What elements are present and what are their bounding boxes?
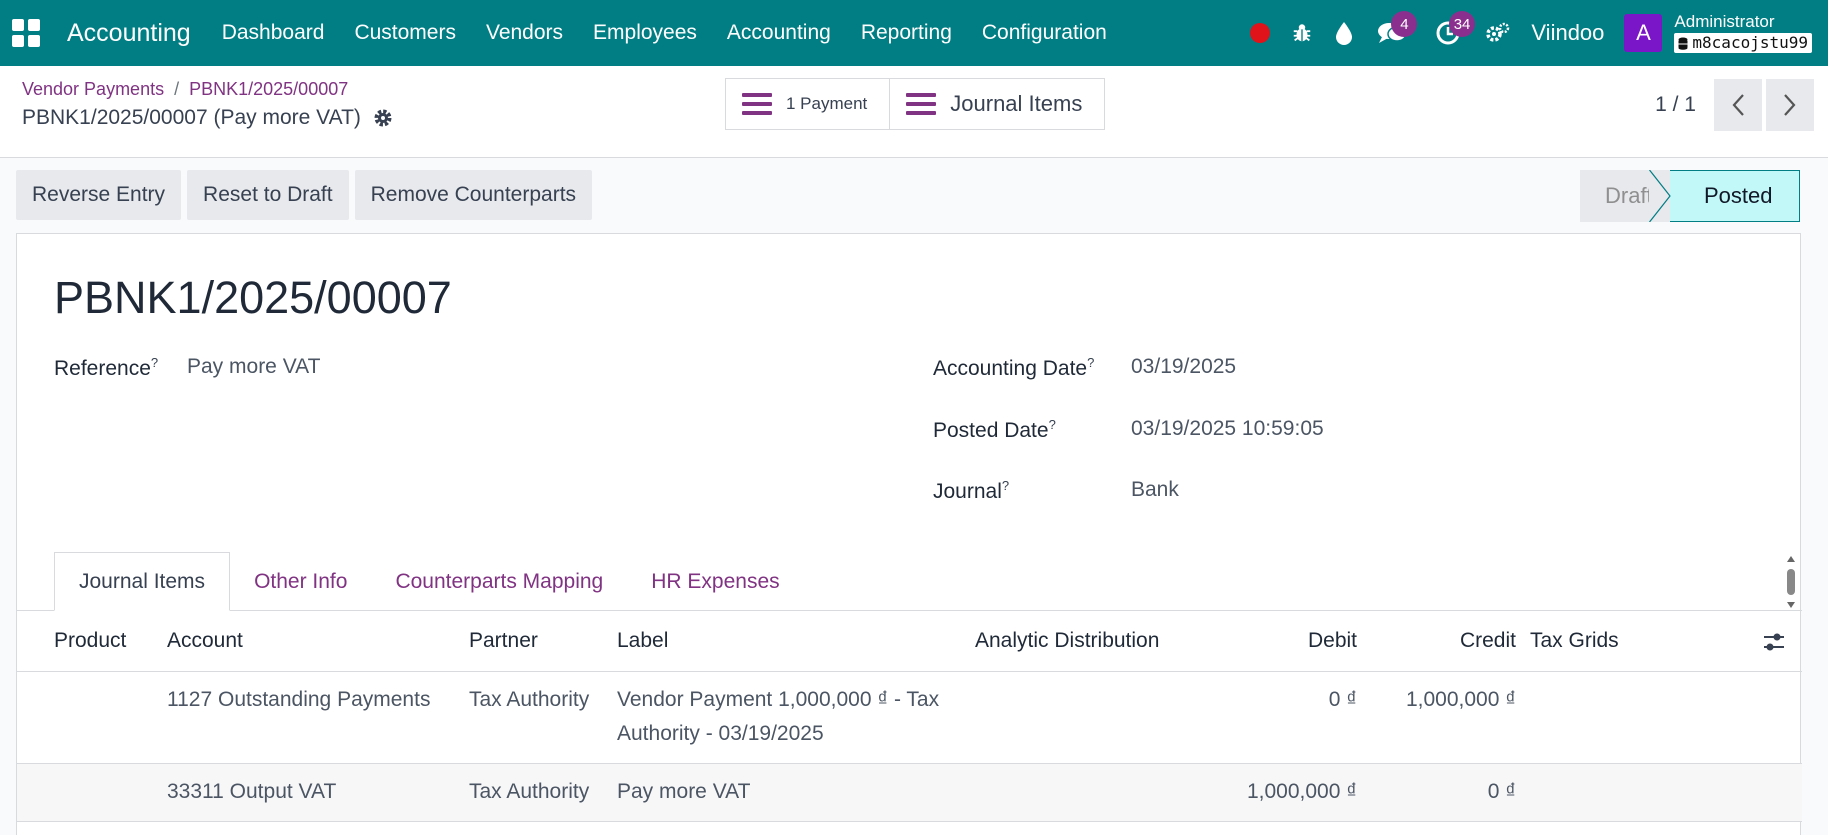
company-switcher[interactable]: Viindoo: [1531, 20, 1604, 46]
column-account[interactable]: Account: [167, 629, 243, 653]
record-title-row: PBNK1/2025/00007 (Pay more VAT): [22, 106, 393, 130]
user-menu[interactable]: Administrator m8cacojstu99: [1674, 13, 1812, 53]
cell-label: Pay more VAT: [617, 780, 751, 803]
payment-smart-button-label: 1 Payment: [786, 94, 868, 113]
menu-vendors[interactable]: Vendors: [471, 21, 578, 45]
journal-items-smart-button[interactable]: Journal Items: [889, 79, 1105, 129]
table-row[interactable]: 1127 Outstanding Payments Tax Authority …: [17, 672, 1802, 764]
messages-icon[interactable]: 4: [1365, 0, 1419, 66]
pager: 1 / 1: [1655, 79, 1814, 131]
help-tooltip-icon[interactable]: ?: [1049, 417, 1056, 432]
column-tax-grids[interactable]: Tax Grids: [1530, 629, 1619, 653]
optional-columns-icon[interactable]: [1763, 631, 1785, 653]
breadcrumb: Vendor Payments / PBNK1/2025/00007: [22, 79, 348, 100]
help-tooltip-icon[interactable]: ?: [1087, 355, 1094, 370]
reverse-entry-button[interactable]: Reverse Entry: [16, 170, 182, 220]
settings-gears-icon[interactable]: [1477, 0, 1519, 66]
cell-partner: Tax Authority: [469, 780, 590, 803]
menu-dashboard[interactable]: Dashboard: [207, 21, 340, 45]
status-posted[interactable]: Posted: [1649, 170, 1800, 222]
water-drop-icon[interactable]: [1323, 0, 1365, 66]
journal-items-table: Product Account Partner Label Analytic D…: [17, 611, 1802, 822]
recording-icon[interactable]: [1239, 0, 1281, 66]
column-analytic-distribution[interactable]: Analytic Distribution: [975, 629, 1159, 653]
cell-debit: 1,000,000 ₫: [1246, 780, 1357, 803]
accounting-date-label: Accounting Date?: [933, 355, 1095, 380]
user-name: Administrator: [1674, 12, 1775, 31]
form-sheet: PBNK1/2025/00007 Reference? Pay more VAT…: [16, 233, 1802, 835]
cell-credit: 0 ₫: [1487, 780, 1516, 803]
cell-debit: 0 ₫: [1328, 688, 1357, 711]
menu-employees[interactable]: Employees: [578, 21, 712, 45]
database-icon: [1678, 37, 1688, 50]
status-bar: Draft Posted: [1580, 170, 1800, 222]
column-product[interactable]: Product: [54, 629, 126, 653]
column-partner[interactable]: Partner: [469, 629, 538, 653]
pager-next-button[interactable]: [1766, 79, 1814, 131]
posted-date-value: 03/19/2025 10:59:05: [1131, 417, 1324, 440]
top-navbar: Accounting Dashboard Customers Vendors E…: [0, 0, 1828, 66]
journal-value[interactable]: Bank: [1131, 478, 1179, 502]
breadcrumb-vendor-payments[interactable]: Vendor Payments: [22, 79, 164, 99]
menu-configuration[interactable]: Configuration: [967, 21, 1122, 45]
control-panel: Vendor Payments / PBNK1/2025/00007 PBNK1/2…: [0, 66, 1828, 158]
app-title[interactable]: Accounting: [67, 19, 191, 48]
column-credit[interactable]: Credit: [1357, 629, 1516, 653]
tab-other-info[interactable]: Other Info: [230, 552, 371, 611]
status-posted-label: Posted: [1704, 183, 1773, 208]
reset-to-draft-button[interactable]: Reset to Draft: [187, 170, 349, 220]
column-debit[interactable]: Debit: [1187, 629, 1357, 653]
posted-date-label: Posted Date?: [933, 417, 1056, 442]
table-header: Product Account Partner Label Analytic D…: [17, 611, 1802, 672]
table-row[interactable]: 33311 Output VAT Tax Authority Pay more …: [17, 764, 1802, 822]
column-label[interactable]: Label: [617, 629, 668, 653]
notebook-tabs: Journal Items Other Info Counterparts Ma…: [54, 552, 804, 611]
move-name: PBNK1/2025/00007: [54, 272, 452, 323]
menu-accounting[interactable]: Accounting: [712, 21, 846, 45]
tab-journal-items[interactable]: Journal Items: [54, 552, 231, 611]
messages-badge: 4: [1391, 11, 1418, 37]
journal-items-smart-button-label: Journal Items: [950, 91, 1083, 116]
action-bar: Reverse Entry Reset to Draft Remove Coun…: [16, 170, 593, 220]
record-title: PBNK1/2025/00007 (Pay more VAT): [22, 106, 361, 129]
menu-customers[interactable]: Customers: [339, 21, 471, 45]
breadcrumb-separator: /: [174, 79, 180, 99]
smart-buttons: 1 Payment Journal Items: [725, 78, 1106, 130]
list-icon: [742, 93, 772, 115]
cell-account: 33311 Output VAT: [167, 780, 337, 803]
reference-value[interactable]: Pay more VAT: [187, 355, 320, 379]
accounting-date-value[interactable]: 03/19/2025: [1131, 355, 1236, 379]
breadcrumb-current[interactable]: PBNK1/2025/00007: [189, 79, 348, 99]
pager-value[interactable]: 1 / 1: [1655, 93, 1696, 117]
cell-label-line1: Vendor Payment 1,000,000 ₫ - Tax: [617, 688, 940, 711]
remove-counterparts-button[interactable]: Remove Counterparts: [354, 170, 593, 220]
chevron-left-icon: [1732, 94, 1744, 116]
journal-label: Journal?: [933, 478, 1010, 503]
database-badge: m8cacojstu99: [1674, 33, 1812, 53]
apps-menu-icon[interactable]: [12, 19, 40, 47]
tab-hr-expenses[interactable]: HR Expenses: [627, 552, 803, 611]
help-tooltip-icon[interactable]: ?: [1002, 478, 1009, 493]
tabs-scrollbar[interactable]: [1784, 556, 1798, 608]
activities-badge: 34: [1448, 11, 1476, 37]
tab-counterparts-mapping[interactable]: Counterparts Mapping: [371, 552, 627, 611]
reference-label: Reference?: [54, 355, 159, 380]
database-name: m8cacojstu99: [1692, 33, 1808, 52]
pager-previous-button[interactable]: [1714, 79, 1762, 131]
cell-partner: Tax Authority: [469, 688, 590, 711]
cell-label-line2: Authority - 03/19/2025: [617, 722, 824, 745]
help-tooltip-icon[interactable]: ?: [151, 355, 158, 370]
cell-account: 1127 Outstanding Payments: [167, 688, 431, 711]
avatar[interactable]: A: [1624, 14, 1663, 52]
gear-icon[interactable]: [373, 108, 393, 128]
menu-reporting[interactable]: Reporting: [846, 21, 967, 45]
bug-icon[interactable]: [1281, 0, 1323, 66]
cell-credit: 1,000,000 ₫: [1405, 688, 1516, 711]
list-icon: [906, 93, 937, 115]
chevron-right-icon: [1784, 94, 1796, 116]
payment-smart-button[interactable]: 1 Payment: [726, 79, 890, 129]
activities-icon[interactable]: 34: [1419, 0, 1477, 66]
